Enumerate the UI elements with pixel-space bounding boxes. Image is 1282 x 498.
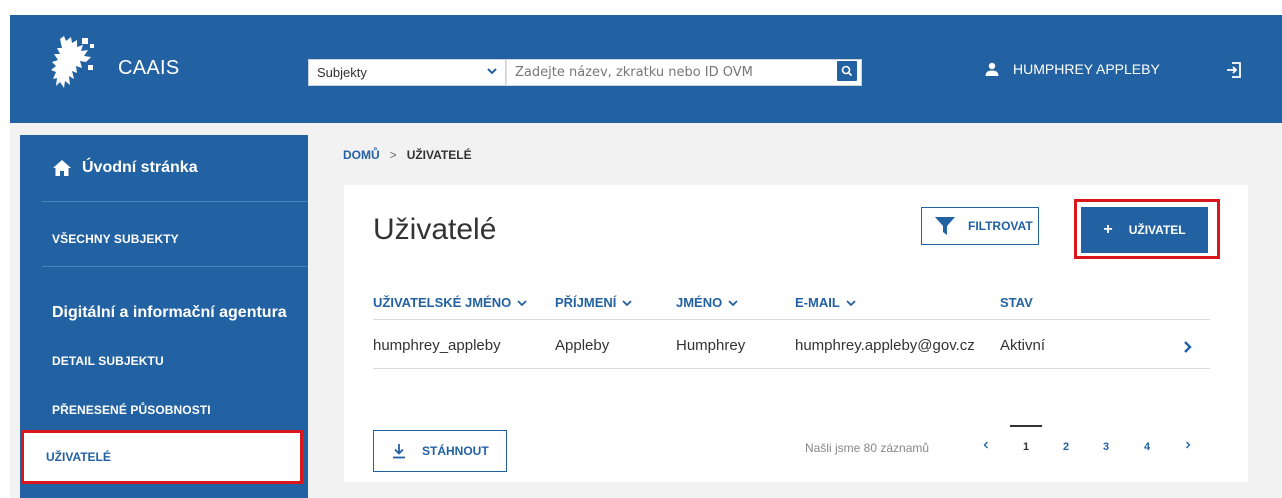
- chevron-right-icon[interactable]: [1183, 439, 1193, 451]
- filter-button[interactable]: FILTROVAT: [921, 207, 1039, 245]
- download-label: STÁHNOUT: [422, 444, 489, 458]
- top-header: CAAIS Subjekty HUMPHREY APPLEBY: [10, 15, 1282, 123]
- page-title: Uživatelé: [373, 213, 497, 246]
- sidebar-item-prenesene-pusobnosti[interactable]: PŘENESENÉ PŮSOBNOSTI: [52, 403, 211, 417]
- sidebar: Úvodní stránka VŠECHNY SUBJEKTY Digitáln…: [20, 135, 308, 498]
- page-link-3[interactable]: 3: [1103, 441, 1109, 453]
- search-scope-select[interactable]: Subjekty: [308, 59, 506, 86]
- search-icon: [841, 65, 853, 77]
- filter-button-label: FILTROVAT: [968, 219, 1033, 233]
- column-header-first-name[interactable]: JMÉNO: [676, 295, 738, 310]
- app-frame: CAAIS Subjekty HUMPHREY APPLEBY: [10, 15, 1282, 498]
- user-icon: [985, 62, 999, 76]
- search-scope-value: Subjekty: [317, 65, 367, 80]
- table-divider: [373, 368, 1210, 369]
- chevron-down-icon: [728, 299, 738, 306]
- cell-surname: Appleby: [555, 337, 610, 354]
- chevron-down-icon: [487, 68, 497, 75]
- column-header-label: STAV: [1000, 295, 1033, 310]
- chevron-left-icon[interactable]: [981, 439, 991, 451]
- sidebar-divider: [42, 201, 308, 202]
- current-page-indicator: [1010, 425, 1042, 427]
- column-header-label: UŽIVATELSKÉ JMÉNO: [373, 295, 512, 310]
- column-header-label: JMÉNO: [676, 295, 723, 310]
- breadcrumb-current: UŽIVATELÉ: [406, 148, 472, 162]
- column-header-label: E-MAIL: [795, 295, 840, 310]
- sidebar-item-all-subjects[interactable]: VŠECHNY SUBJEKTY: [52, 232, 179, 246]
- download-icon: [393, 444, 405, 459]
- filter-icon: [935, 217, 955, 235]
- breadcrumb: DOMŮ > UŽIVATELÉ: [343, 148, 472, 162]
- sidebar-item-detail-subjektu[interactable]: DETAIL SUBJEKTU: [52, 354, 164, 368]
- records-count: Našli jsme 80 záznamů: [805, 441, 930, 455]
- search-bar: Subjekty: [308, 59, 862, 86]
- add-user-button[interactable]: + UŽIVATEL: [1081, 207, 1208, 253]
- search-button[interactable]: [836, 60, 858, 82]
- column-header-username[interactable]: UŽIVATELSKÉ JMÉNO: [373, 295, 527, 310]
- cell-email: humphrey.appleby@gov.cz: [795, 337, 975, 354]
- chevron-down-icon: [846, 299, 856, 306]
- page-link-2[interactable]: 2: [1063, 441, 1069, 453]
- add-user-label: UŽIVATEL: [1128, 223, 1186, 237]
- logout-icon[interactable]: [1225, 61, 1243, 79]
- search-input[interactable]: [506, 59, 862, 86]
- cell-first-name: Humphrey: [676, 337, 746, 354]
- logo-icon[interactable]: [50, 35, 100, 89]
- breadcrumb-home-link[interactable]: DOMŮ: [343, 148, 380, 162]
- chevron-right-icon[interactable]: [1182, 340, 1194, 354]
- column-header-status: STAV: [1000, 295, 1033, 310]
- sidebar-section-title: Digitální a informační agentura: [52, 304, 287, 321]
- app-name[interactable]: CAAIS: [118, 57, 180, 80]
- cell-username: humphrey_appleby: [373, 337, 501, 354]
- sidebar-home-label: Úvodní stránka: [82, 159, 198, 176]
- sidebar-item-home[interactable]: Úvodní stránka: [52, 159, 198, 177]
- column-header-label: PŘÍJMENÍ: [555, 295, 617, 310]
- breadcrumb-separator: >: [389, 148, 397, 162]
- download-button[interactable]: STÁHNOUT: [373, 430, 507, 472]
- column-header-email[interactable]: E-MAIL: [795, 295, 856, 310]
- sidebar-item-uzivatele[interactable]: UŽIVATELÉ: [21, 430, 303, 484]
- cell-status: Aktivní: [1000, 337, 1046, 354]
- user-name: HUMPHREY APPLEBY: [1013, 61, 1160, 77]
- page-link-1[interactable]: 1: [1023, 441, 1029, 453]
- chevron-down-icon: [517, 299, 527, 306]
- table-divider: [373, 319, 1210, 320]
- page-link-4[interactable]: 4: [1144, 441, 1150, 453]
- column-header-surname[interactable]: PŘÍJMENÍ: [555, 295, 633, 310]
- user-menu[interactable]: HUMPHREY APPLEBY: [985, 61, 1160, 77]
- plus-icon: +: [1103, 221, 1113, 238]
- users-card: Uživatelé FILTROVAT + UŽIVATEL UŽIVATELS…: [344, 185, 1248, 482]
- chevron-down-icon: [622, 299, 633, 306]
- sidebar-item-label: UŽIVATELÉ: [46, 450, 111, 464]
- home-icon: [53, 160, 71, 176]
- sidebar-divider: [42, 266, 308, 267]
